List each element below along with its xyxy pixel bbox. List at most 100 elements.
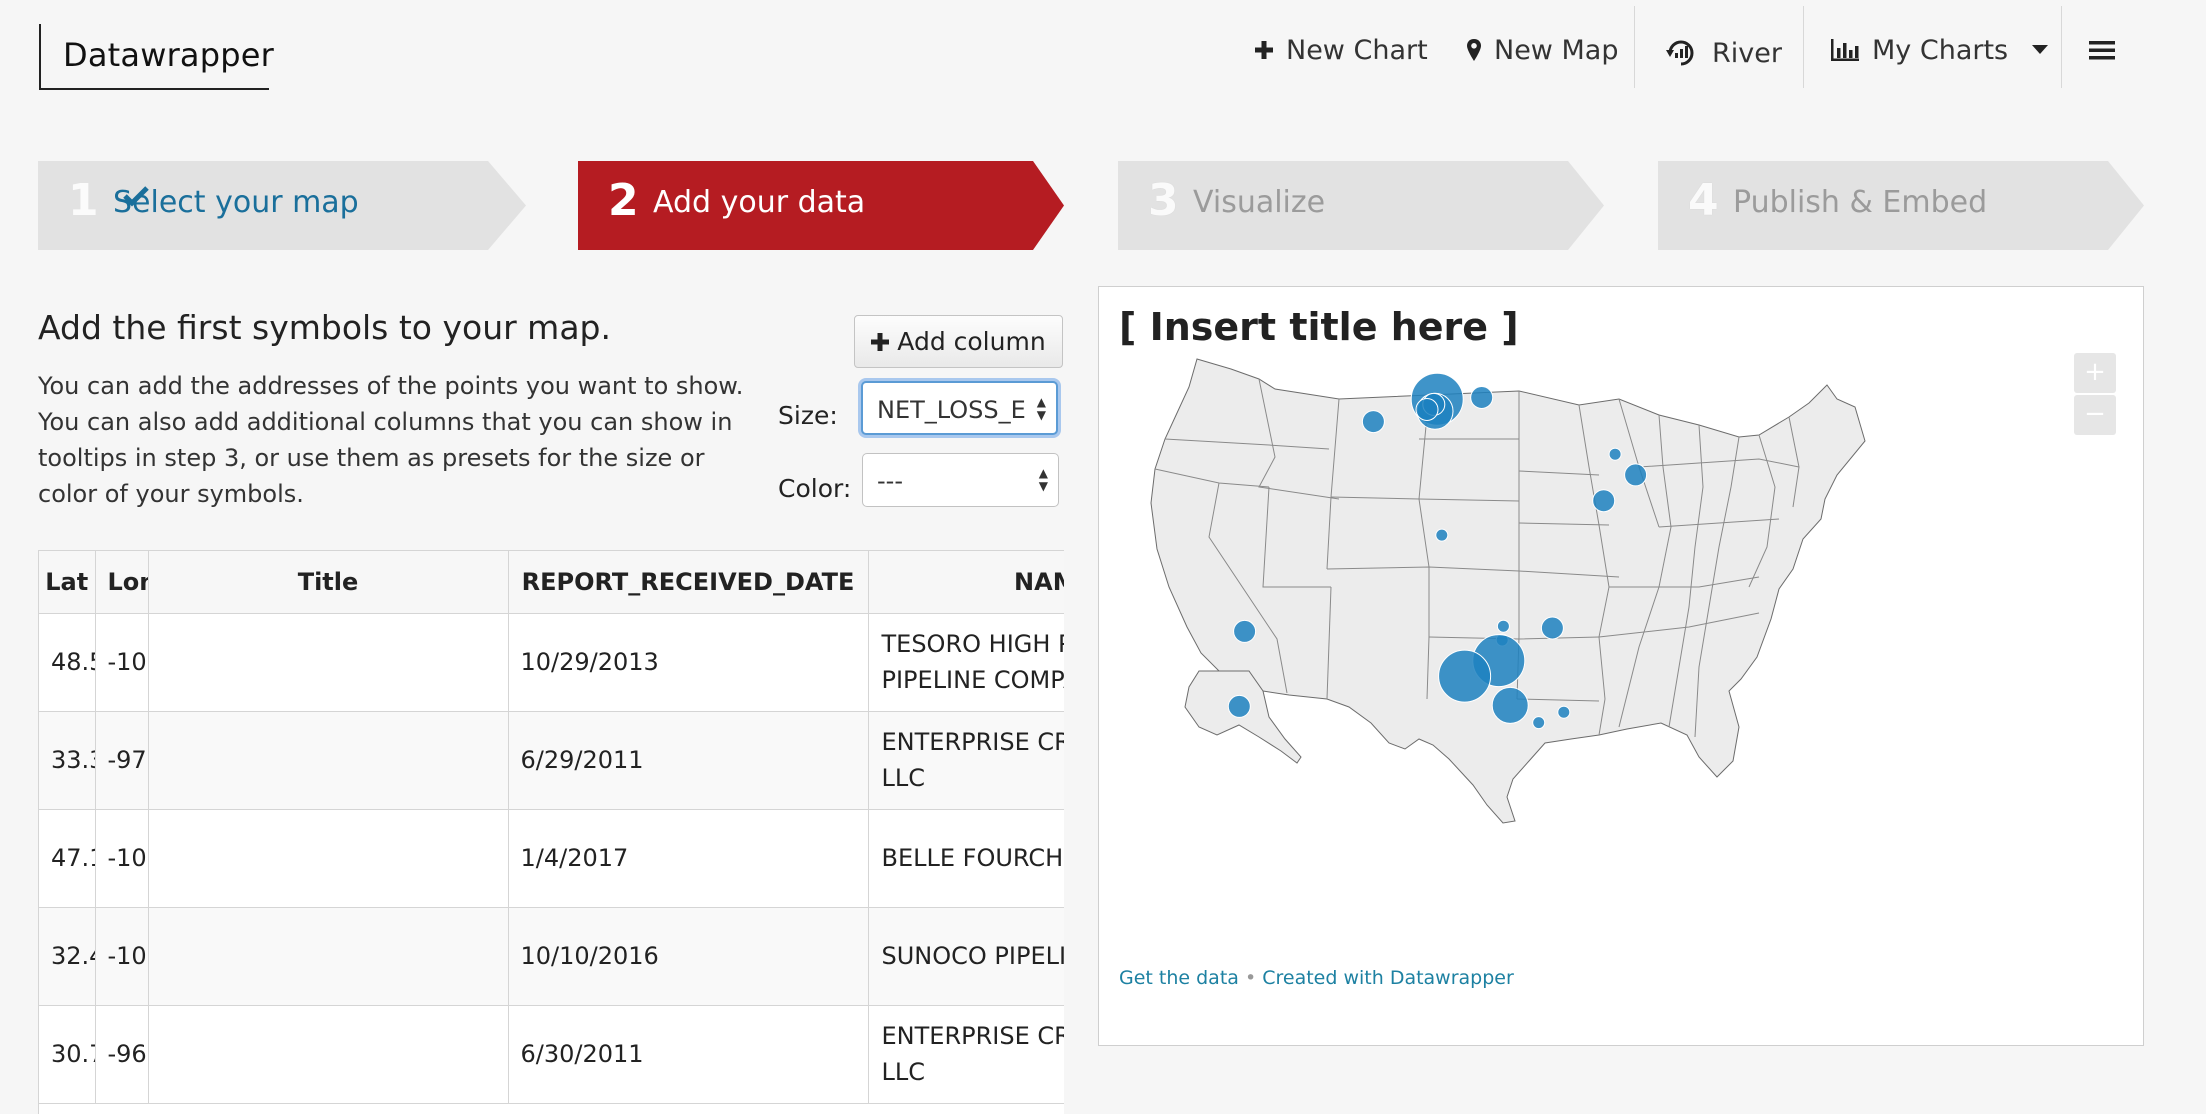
river-icon bbox=[1664, 36, 1698, 70]
map-symbol[interactable] bbox=[1438, 649, 1492, 703]
cell-name[interactable]: SUNOCO PIPELINE bbox=[868, 907, 1064, 1006]
step-number: 4 bbox=[1688, 175, 1719, 226]
step-add-data[interactable]: 2 Add your data bbox=[578, 161, 1064, 250]
zoom-out-button[interactable]: − bbox=[2074, 395, 2116, 435]
cell-name[interactable]: ENTERPRISE CRUDE PIPELINE LLC bbox=[868, 711, 1064, 810]
cell-title[interactable] bbox=[148, 907, 509, 1006]
map-symbol[interactable] bbox=[1557, 705, 1571, 719]
map-symbol[interactable] bbox=[1227, 694, 1251, 718]
nav-divider bbox=[2061, 6, 2062, 88]
column-header-title[interactable]: Title bbox=[148, 551, 509, 614]
river-link[interactable]: River bbox=[1664, 31, 1782, 75]
map-symbol[interactable] bbox=[1470, 386, 1494, 409]
panel-heading: Add the first symbols to your map. bbox=[38, 308, 611, 347]
us-map bbox=[1150, 358, 1866, 824]
cell-name[interactable]: TESORO HIGH PLAINS PIPELINE COMPANY bbox=[868, 613, 1064, 712]
map-symbol[interactable] bbox=[1496, 619, 1510, 633]
table-row: 32.4 -100 10/10/2016 SUNOCO PIPELINE bbox=[39, 907, 1064, 1006]
nav-divider bbox=[1634, 6, 1635, 88]
step-number: 1 bbox=[68, 175, 99, 226]
cell-name[interactable]: ENTERPRISE CRUDE PIPELINE LLC bbox=[868, 1005, 1064, 1104]
menu-button[interactable] bbox=[2089, 28, 2127, 72]
table-row: 48.5 -102 10/29/2013 TESORO HIGH PLAINS … bbox=[39, 613, 1064, 712]
column-header-lat[interactable]: Lat bbox=[39, 551, 96, 614]
map-symbol[interactable] bbox=[1540, 616, 1564, 640]
map-symbol[interactable] bbox=[1435, 528, 1449, 542]
top-navbar: Datawrapper New Chart New Map River My C… bbox=[0, 0, 2206, 108]
map-symbol[interactable] bbox=[1624, 463, 1648, 487]
color-select-value: --- bbox=[877, 467, 903, 495]
footer-separator: • bbox=[1244, 967, 1257, 989]
cell-lat[interactable]: 33.3 bbox=[39, 711, 96, 810]
data-table: Lat Lon Title REPORT_RECEIVED_DATE NAME … bbox=[38, 550, 1064, 1114]
size-select[interactable]: NET_LOSS_E ▲ ▼ bbox=[861, 381, 1058, 435]
cell-lat[interactable]: 30.7 bbox=[39, 1005, 96, 1104]
column-header-name[interactable]: NAME bbox=[868, 551, 1064, 614]
map-symbol[interactable] bbox=[1233, 619, 1257, 643]
cell-date[interactable]: 10/29/2013 bbox=[508, 613, 869, 712]
size-select-value: NET_LOSS_E bbox=[877, 396, 1026, 424]
nav-divider bbox=[1803, 6, 1804, 88]
table-row: 47.1 -103 1/4/2017 BELLE FOURCHE PIPELIN… bbox=[39, 809, 1064, 908]
caret-down-icon bbox=[2032, 45, 2049, 55]
step-select-map[interactable]: 1 Select your map bbox=[38, 161, 526, 250]
zoom-in-button[interactable]: + bbox=[2074, 353, 2116, 393]
map-footer: Get the data • Created with Datawrapper bbox=[1119, 967, 1514, 989]
new-map-label: New Map bbox=[1494, 34, 1619, 66]
cell-date[interactable]: 10/10/2016 bbox=[508, 907, 869, 1006]
cell-lon[interactable]: -102 bbox=[95, 613, 149, 712]
cell-lat[interactable]: 48.5 bbox=[39, 613, 96, 712]
cell-lat[interactable]: 32.4 bbox=[39, 907, 96, 1006]
step-label: Add your data bbox=[653, 185, 866, 220]
step-label: Publish & Embed bbox=[1733, 185, 1988, 220]
map-symbol[interactable] bbox=[1608, 447, 1622, 461]
add-column-button[interactable]: Add column bbox=[854, 315, 1063, 368]
cell-title[interactable] bbox=[148, 711, 509, 810]
map-symbol[interactable] bbox=[1415, 398, 1439, 421]
cell-date[interactable]: 6/30/2011 bbox=[508, 1005, 869, 1104]
us-map-land bbox=[1150, 358, 1866, 824]
table-row: 33.3 -97. 6/29/2011 ENTERPRISE CRUDE PIP… bbox=[39, 711, 1064, 810]
bar-chart-icon bbox=[1830, 38, 1860, 62]
my-charts-dropdown[interactable]: My Charts bbox=[1830, 28, 2060, 72]
step-label: Visualize bbox=[1193, 185, 1326, 220]
panel-description: You can add the addresses of the points … bbox=[38, 372, 744, 508]
new-chart-link[interactable]: New Chart bbox=[1254, 28, 1428, 72]
step-number: 3 bbox=[1148, 175, 1179, 226]
created-with-datawrapper-link[interactable]: Created with Datawrapper bbox=[1262, 967, 1514, 989]
step-number: 2 bbox=[608, 175, 639, 226]
add-column-label: Add column bbox=[897, 327, 1046, 356]
cell-title[interactable] bbox=[148, 1005, 509, 1104]
cell-title[interactable] bbox=[148, 613, 509, 712]
map-symbol[interactable] bbox=[1361, 410, 1385, 434]
river-label: River bbox=[1712, 37, 1782, 69]
column-header-report-received-date[interactable]: REPORT_RECEIVED_DATE bbox=[508, 551, 869, 614]
datawrapper-logo[interactable]: Datawrapper bbox=[39, 24, 274, 90]
map-preview: [ Insert title here ] + − Get the data •… bbox=[1098, 286, 2144, 1046]
cell-date[interactable]: 1/4/2017 bbox=[508, 809, 869, 908]
cell-lon[interactable]: -97. bbox=[95, 711, 149, 810]
cell-lat[interactable]: 47.1 bbox=[39, 809, 96, 908]
map-symbol[interactable] bbox=[1592, 489, 1616, 513]
step-publish-embed[interactable]: 4 Publish & Embed bbox=[1658, 161, 2144, 250]
map-symbol[interactable] bbox=[1532, 716, 1546, 730]
plus-icon bbox=[871, 325, 890, 358]
cell-lon[interactable]: -96. bbox=[95, 1005, 149, 1104]
cell-lon[interactable]: -100 bbox=[95, 907, 149, 1006]
new-map-link[interactable]: New Map bbox=[1466, 28, 1618, 72]
get-the-data-link[interactable]: Get the data bbox=[1119, 967, 1239, 989]
cell-title[interactable] bbox=[148, 809, 509, 908]
map-marker-icon bbox=[1466, 38, 1482, 62]
cell-date[interactable]: 6/29/2011 bbox=[508, 711, 869, 810]
my-charts-label: My Charts bbox=[1872, 34, 2009, 66]
new-chart-label: New Chart bbox=[1286, 34, 1428, 66]
column-header-lon[interactable]: Lon bbox=[95, 551, 149, 614]
map-symbol[interactable] bbox=[1491, 686, 1529, 724]
cell-lon[interactable]: -103 bbox=[95, 809, 149, 908]
table-row: 30.7 -96. 6/30/2011 ENTERPRISE CRUDE PIP… bbox=[39, 1005, 1064, 1104]
select-arrows-icon: ▲ ▼ bbox=[1038, 466, 1048, 493]
color-select[interactable]: --- ▲ ▼ bbox=[862, 453, 1059, 507]
step-visualize[interactable]: 3 Visualize bbox=[1118, 161, 1604, 250]
cell-name[interactable]: BELLE FOURCHE PIPELINE CO bbox=[868, 809, 1064, 908]
hamburger-menu-icon bbox=[2089, 39, 2115, 61]
